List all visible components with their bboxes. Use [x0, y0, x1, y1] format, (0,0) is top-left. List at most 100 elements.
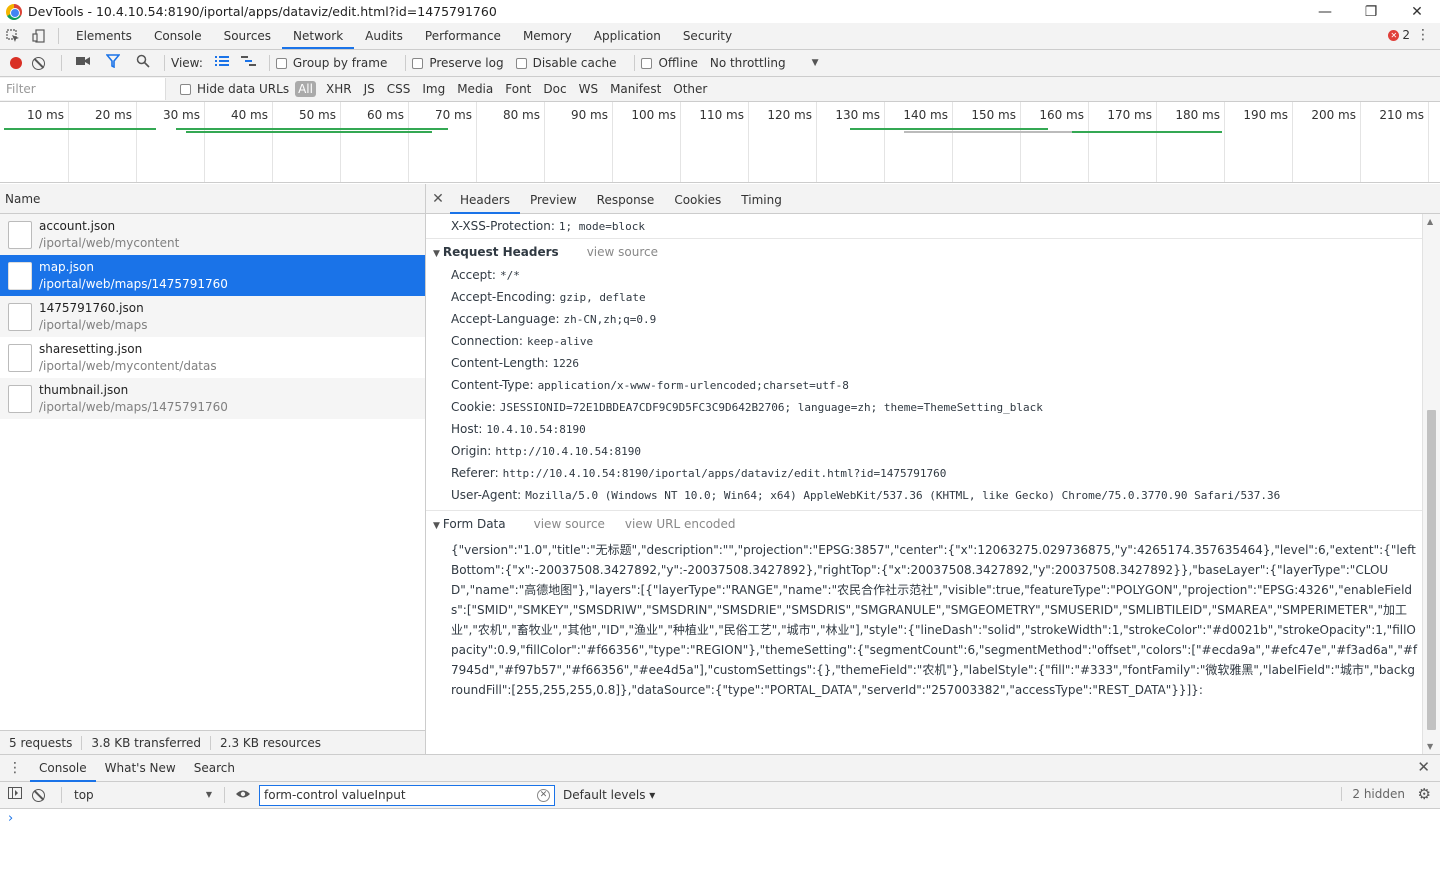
tab-audits[interactable]: Audits: [354, 23, 414, 49]
filter-icon[interactable]: [105, 54, 121, 72]
tab-sources[interactable]: Sources: [213, 23, 282, 49]
minimize-button[interactable]: —: [1302, 0, 1348, 23]
headers-view: X-XSS-Protection: 1; mode=block ▼ Request …: [426, 214, 1422, 754]
request-path: /iportal/web/mycontent/datas: [39, 358, 217, 373]
device-toolbar-icon[interactable]: [26, 23, 52, 49]
header-value: gzip, deflate: [559, 291, 646, 304]
filter-input[interactable]: Filter: [0, 78, 166, 100]
clear-console-button[interactable]: [32, 788, 45, 802]
filter-type-other[interactable]: Other: [667, 82, 713, 96]
filter-type-js[interactable]: JS: [358, 82, 381, 96]
large-rows-icon[interactable]: [214, 55, 229, 71]
filter-type-media[interactable]: Media: [451, 82, 499, 96]
tab-elements[interactable]: Elements: [65, 23, 143, 49]
context-select[interactable]: top: [68, 785, 218, 805]
timeline-tick-label: 140 ms: [903, 108, 948, 122]
inspect-element-icon[interactable]: [0, 23, 26, 49]
timeline-tick-label: 60 ms: [366, 108, 404, 122]
header-row: Host: 10.4.10.54:8190: [426, 418, 1422, 440]
close-window-button[interactable]: ✕: [1394, 0, 1440, 23]
clear-filter-icon[interactable]: ✕: [537, 788, 550, 802]
filter-type-css[interactable]: CSS: [381, 82, 417, 96]
filter-type-xhr[interactable]: XHR: [320, 82, 358, 96]
filter-type-manifest[interactable]: Manifest: [604, 82, 667, 96]
filter-type-ws[interactable]: WS: [573, 82, 604, 96]
details-tab-cookies[interactable]: Cookies: [664, 184, 731, 214]
header-value: 10.4.10.54:8190: [486, 423, 586, 436]
throttling-select[interactable]: No throttling ▼: [710, 56, 819, 70]
drawer-menu-icon[interactable]: ⋮: [0, 760, 30, 776]
restore-button[interactable]: ❐: [1348, 0, 1394, 23]
header-value: JSESSIONID=72E1DBDEA7CDF9C9D5FC3C9D642B2…: [499, 401, 1043, 414]
waterfall-icon[interactable]: [240, 55, 257, 71]
hide-data-urls-checkbox[interactable]: Hide data URLs: [180, 82, 289, 96]
timeline-request-bar: [904, 131, 1072, 133]
group-by-frame-checkbox[interactable]: Group by frame: [275, 56, 387, 70]
sidebar-toggle-icon[interactable]: [8, 787, 22, 803]
timeline-tick-label: 40 ms: [230, 108, 268, 122]
details-tab-preview[interactable]: Preview: [520, 184, 587, 214]
tab-security[interactable]: Security: [672, 23, 743, 49]
name-column-header[interactable]: Name: [0, 184, 425, 214]
search-icon[interactable]: [136, 54, 150, 72]
console-toolbar: top form-control valueInput ✕ Default le…: [0, 782, 1440, 809]
tab-application[interactable]: Application: [583, 23, 672, 49]
console-filter-input[interactable]: form-control valueInput ✕: [259, 784, 555, 806]
offline-checkbox[interactable]: Offline: [641, 56, 698, 70]
request-row[interactable]: map.json/iportal/web/maps/1475791760: [0, 255, 425, 296]
record-button[interactable]: [10, 57, 22, 69]
view-url-encoded-link[interactable]: view URL encoded: [625, 517, 736, 531]
filter-type-img[interactable]: Img: [416, 82, 451, 96]
view-source-link[interactable]: view source: [587, 245, 658, 259]
view-label: View:: [171, 56, 203, 70]
request-headers-section[interactable]: ▼ Request Headers view source: [426, 238, 1422, 264]
scroll-up-icon[interactable]: ▲: [1427, 217, 1433, 226]
request-row[interactable]: sharesetting.json/iportal/web/mycontent/…: [0, 337, 425, 378]
filter-type-all[interactable]: All: [295, 81, 316, 97]
close-details-icon[interactable]: ✕: [426, 191, 450, 207]
console-output[interactable]: ›: [0, 809, 1440, 871]
close-drawer-icon[interactable]: ✕: [1417, 758, 1430, 776]
request-headers-title: Request Headers: [442, 245, 559, 259]
preserve-log-checkbox[interactable]: Preserve log: [412, 56, 504, 70]
timeline-overview[interactable]: 10 ms 20 ms 30 ms 40 ms 50 ms 60 ms 70 ms 80 ms…: [0, 102, 1440, 183]
view-source-link[interactable]: view source: [534, 517, 605, 531]
tab-performance[interactable]: Performance: [414, 23, 512, 49]
error-icon: ✕: [1388, 29, 1400, 41]
drawer-tab-search[interactable]: Search: [185, 755, 244, 782]
request-text: account.json/iportal/web/mycontent: [39, 218, 179, 252]
details-tab-headers[interactable]: Headers: [450, 184, 520, 214]
scrollbar-thumb[interactable]: [1427, 410, 1436, 730]
filter-bar: Filter Hide data URLs All XHR JS CSS Img Medi…: [0, 77, 1440, 102]
gear-icon[interactable]: ⚙: [1418, 785, 1431, 803]
filter-type-font[interactable]: Font: [499, 82, 537, 96]
disable-cache-checkbox[interactable]: Disable cache: [515, 56, 616, 70]
request-row[interactable]: 1475791760.json/iportal/web/maps: [0, 296, 425, 337]
clear-button[interactable]: [32, 56, 45, 70]
more-options-icon[interactable]: ⋮: [1416, 27, 1430, 43]
eye-icon[interactable]: [235, 788, 251, 803]
timeline-tick-label: 50 ms: [298, 108, 336, 122]
tab-network[interactable]: Network: [282, 23, 355, 49]
timeline-gridline: [1428, 102, 1429, 182]
drawer-tab-what-s-new[interactable]: What's New: [96, 755, 185, 782]
log-levels-select[interactable]: Default levels ▾: [563, 788, 655, 802]
filter-type-doc[interactable]: Doc: [537, 82, 572, 96]
capture-screenshots-icon[interactable]: [76, 55, 90, 71]
error-count: 2: [1402, 28, 1410, 42]
timeline-tick-label: 10 ms: [26, 108, 64, 122]
drawer-tab-console[interactable]: Console: [30, 755, 96, 782]
form-data-section[interactable]: ▼ Form Data view source view URL encoded: [426, 510, 1422, 536]
request-row[interactable]: account.json/iportal/web/mycontent: [0, 214, 425, 255]
details-scrollbar[interactable]: ▲ ▼: [1422, 214, 1440, 754]
details-tab-timing[interactable]: Timing: [731, 184, 792, 214]
form-data-title: Form Data: [442, 517, 506, 531]
scroll-down-icon[interactable]: ▼: [1427, 742, 1433, 751]
chrome-logo-icon: [6, 3, 22, 20]
details-tab-response[interactable]: Response: [587, 184, 665, 214]
error-counter[interactable]: ✕ 2: [1388, 28, 1410, 42]
tab-memory[interactable]: Memory: [512, 23, 583, 49]
request-row[interactable]: thumbnail.json/iportal/web/maps/14757917…: [0, 378, 425, 419]
form-data-payload: {"version":"1.0","title":"无标题","descript…: [451, 543, 1418, 697]
tab-console[interactable]: Console: [143, 23, 213, 49]
